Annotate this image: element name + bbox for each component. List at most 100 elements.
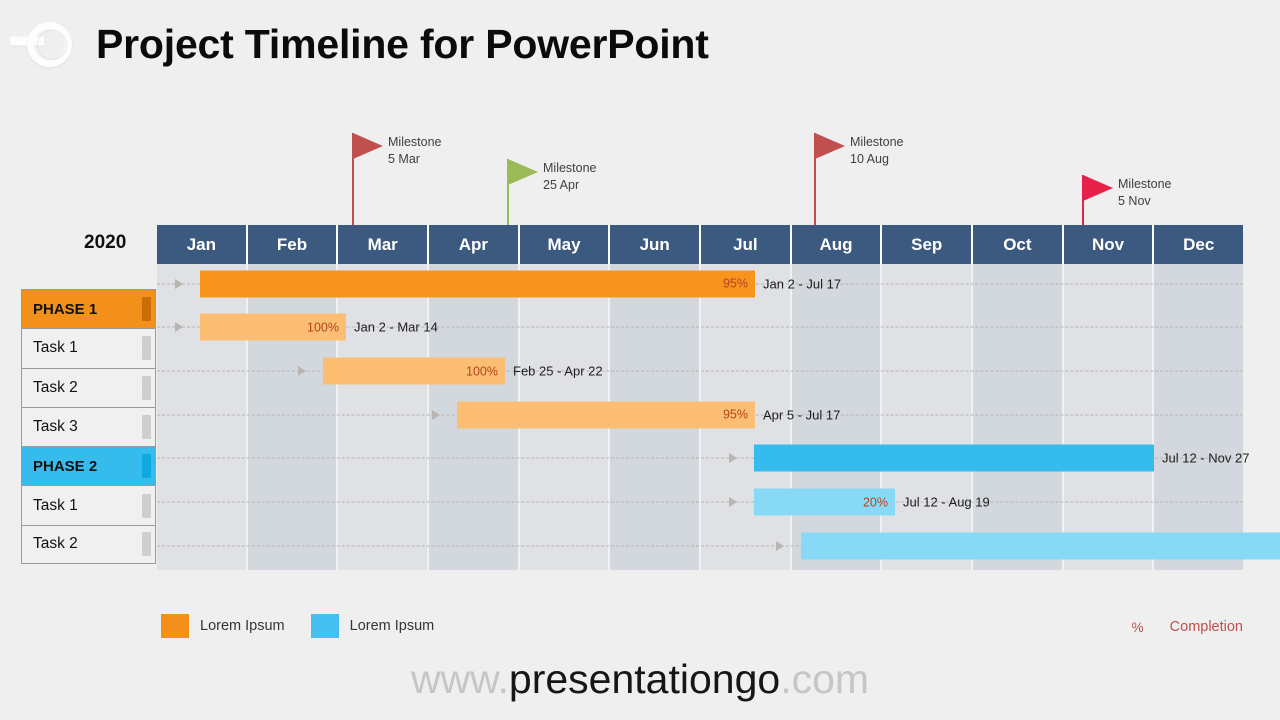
connector-arrow-icon — [729, 497, 737, 508]
gantt-bar[interactable]: 20% — [754, 488, 895, 516]
row-label-text: Task 2 — [33, 378, 78, 396]
row-label-text: Task 2 — [33, 535, 78, 553]
gantt-bar[interactable]: 5% — [801, 532, 1280, 560]
month-cell-jun[interactable]: Jun — [610, 225, 702, 264]
month-cell-dec[interactable]: Dec — [1154, 225, 1244, 264]
connector-arrow-icon — [776, 540, 784, 551]
month-cell-sep[interactable]: Sep — [882, 225, 974, 264]
legend-item[interactable]: Lorem Ipsum — [161, 614, 285, 638]
bar-date-range: Jan 2 - Mar 14 — [354, 319, 438, 335]
gantt-row: 20% Jul 12 - Aug 19 — [157, 483, 1243, 522]
phase-label-row[interactable]: PHASE 1 — [21, 289, 156, 329]
milestone-label: Milestone — [850, 135, 904, 149]
milestone-text: Milestone 5 Nov — [1118, 176, 1172, 209]
gantt-bar[interactable]: 100% — [200, 313, 346, 341]
month-cell-jul[interactable]: Jul — [701, 225, 792, 264]
gantt-chart: Jan Feb Mar Apr May Jun Jul Aug Sep Oct Nov Dec 95%… — [157, 225, 1280, 570]
milestone-text: Milestone 5 Mar — [388, 134, 442, 167]
row-drag-handle[interactable] — [142, 415, 151, 440]
milestone-flag-icon — [508, 159, 538, 185]
gantt-row: 95% Apr 5 - Jul 17 — [157, 395, 1243, 434]
completion-label: Completion — [1169, 619, 1243, 635]
month-cell-mar[interactable]: Mar — [338, 225, 430, 264]
task-label-row[interactable]: Task 1 — [21, 485, 156, 525]
task-label-row[interactable]: Task 3 — [21, 406, 156, 447]
gantt-bar[interactable]: 100% — [323, 357, 505, 385]
gantt-row: 95% Jan 2 - Jul 17 — [157, 264, 1243, 303]
row-drag-handle[interactable] — [142, 532, 151, 557]
row-label-text: Task 1 — [33, 339, 78, 357]
row-label-text: Task 1 — [33, 496, 78, 514]
year-label: 2020 — [84, 232, 127, 253]
milestone-flag-icon — [1083, 175, 1113, 201]
milestone-label: Milestone — [1118, 177, 1172, 191]
bar-percent-label: 95% — [722, 407, 748, 422]
month-cell-nov[interactable]: Nov — [1063, 225, 1155, 264]
connector-arrow-icon — [298, 366, 306, 377]
row-drag-handle[interactable] — [142, 297, 151, 322]
legend: Lorem Ipsum Lorem Ipsum — [161, 614, 434, 638]
bar-date-range: Feb 25 - Apr 22 — [513, 363, 603, 379]
month-cell-may[interactable]: May — [519, 225, 611, 264]
legend-swatch — [310, 614, 339, 638]
milestone-date: 5 Mar — [388, 151, 420, 166]
phase-label-row[interactable]: PHASE 2 — [21, 446, 156, 486]
row-label-text: PHASE 2 — [33, 457, 98, 475]
slide-canvas: Project Timeline for PowerPoint Mileston… — [0, 0, 1280, 720]
bar-percent-label: 100% — [466, 364, 498, 379]
month-cell-apr[interactable]: Apr — [429, 225, 520, 264]
task-label-row[interactable]: Task 2 — [21, 367, 156, 407]
gantt-row: 100% Jan 2 - Mar 14 — [157, 308, 1243, 347]
task-label-row[interactable]: Task 2 — [21, 524, 156, 565]
task-label-column: PHASE 1 Task 1 Task 2 Task 3 PHASE 2 Task 1 Ta… — [21, 289, 156, 565]
row-label-text: Task 3 — [33, 418, 78, 436]
footer-brand: presentationgo — [508, 656, 781, 702]
legend-label: Lorem Ipsum — [349, 618, 435, 634]
milestone-text: Milestone 10 Aug — [850, 134, 904, 167]
gantt-rows: 95% Jan 2 - Jul 17 100% Jan 2 - Mar 14 100% F… — [157, 264, 1280, 570]
loop-ring-circle — [27, 22, 72, 67]
gantt-row: Jul 12 - Nov 27 — [157, 439, 1249, 478]
month-cell-aug[interactable]: Aug — [791, 225, 883, 264]
month-cell-jan[interactable]: Jan — [157, 225, 248, 264]
task-label-row[interactable]: Task 1 — [21, 328, 156, 368]
row-drag-handle[interactable] — [142, 375, 151, 400]
month-cell-oct[interactable]: Oct — [973, 225, 1064, 264]
gantt-bar[interactable]: 95% — [457, 401, 755, 429]
month-header-row: Jan Feb Mar Apr May Jun Jul Aug Sep Oct Nov Dec — [157, 225, 1244, 264]
milestone-label: Milestone — [543, 161, 597, 175]
row-drag-handle[interactable] — [142, 493, 151, 518]
connector-arrow-icon — [175, 278, 183, 289]
milestone-flag-icon — [815, 133, 845, 159]
legend-label: Lorem Ipsum — [200, 618, 285, 634]
month-cell-feb[interactable]: Feb — [247, 225, 339, 264]
footer-suffix: .com — [780, 656, 870, 702]
page-title: Project Timeline for PowerPoint — [96, 21, 709, 67]
milestone-date: 25 Apr — [543, 177, 580, 192]
footer-prefix: www. — [410, 656, 509, 702]
gantt-bar[interactable] — [754, 444, 1154, 472]
completion-legend: % Completion — [1132, 619, 1243, 635]
footer-watermark: www.presentationgo.com — [0, 656, 1280, 703]
milestone-date: 5 Nov — [1118, 193, 1151, 208]
connector-arrow-icon — [175, 322, 183, 333]
connector-arrow-icon — [432, 409, 440, 420]
connector-arrow-icon — [729, 453, 737, 464]
milestone-label: Milestone — [388, 135, 442, 149]
bar-date-range: Jul 12 - Aug 19 — [903, 494, 990, 510]
milestone-text: Milestone 25 Apr — [543, 160, 597, 193]
gantt-bar[interactable]: 95% — [200, 270, 755, 298]
gantt-row: 100% Feb 25 - Apr 22 — [157, 351, 1243, 390]
milestone-flag-icon — [353, 133, 383, 159]
bar-date-range: Jul 12 - Nov 27 — [1162, 450, 1250, 466]
loop-ring-icon — [10, 22, 72, 68]
row-drag-handle[interactable] — [142, 454, 151, 479]
bar-percent-label: 20% — [862, 495, 888, 510]
bar-date-range: Apr 5 - Jul 17 — [763, 407, 841, 423]
bar-percent-label: 100% — [307, 320, 339, 335]
row-connector-line — [157, 501, 1243, 503]
gantt-row: 5%Jul 20 - Nov 27 — [157, 526, 1280, 565]
legend-item[interactable]: Lorem Ipsum — [310, 614, 435, 638]
percent-symbol: % — [1131, 619, 1144, 635]
row-drag-handle[interactable] — [142, 336, 151, 361]
